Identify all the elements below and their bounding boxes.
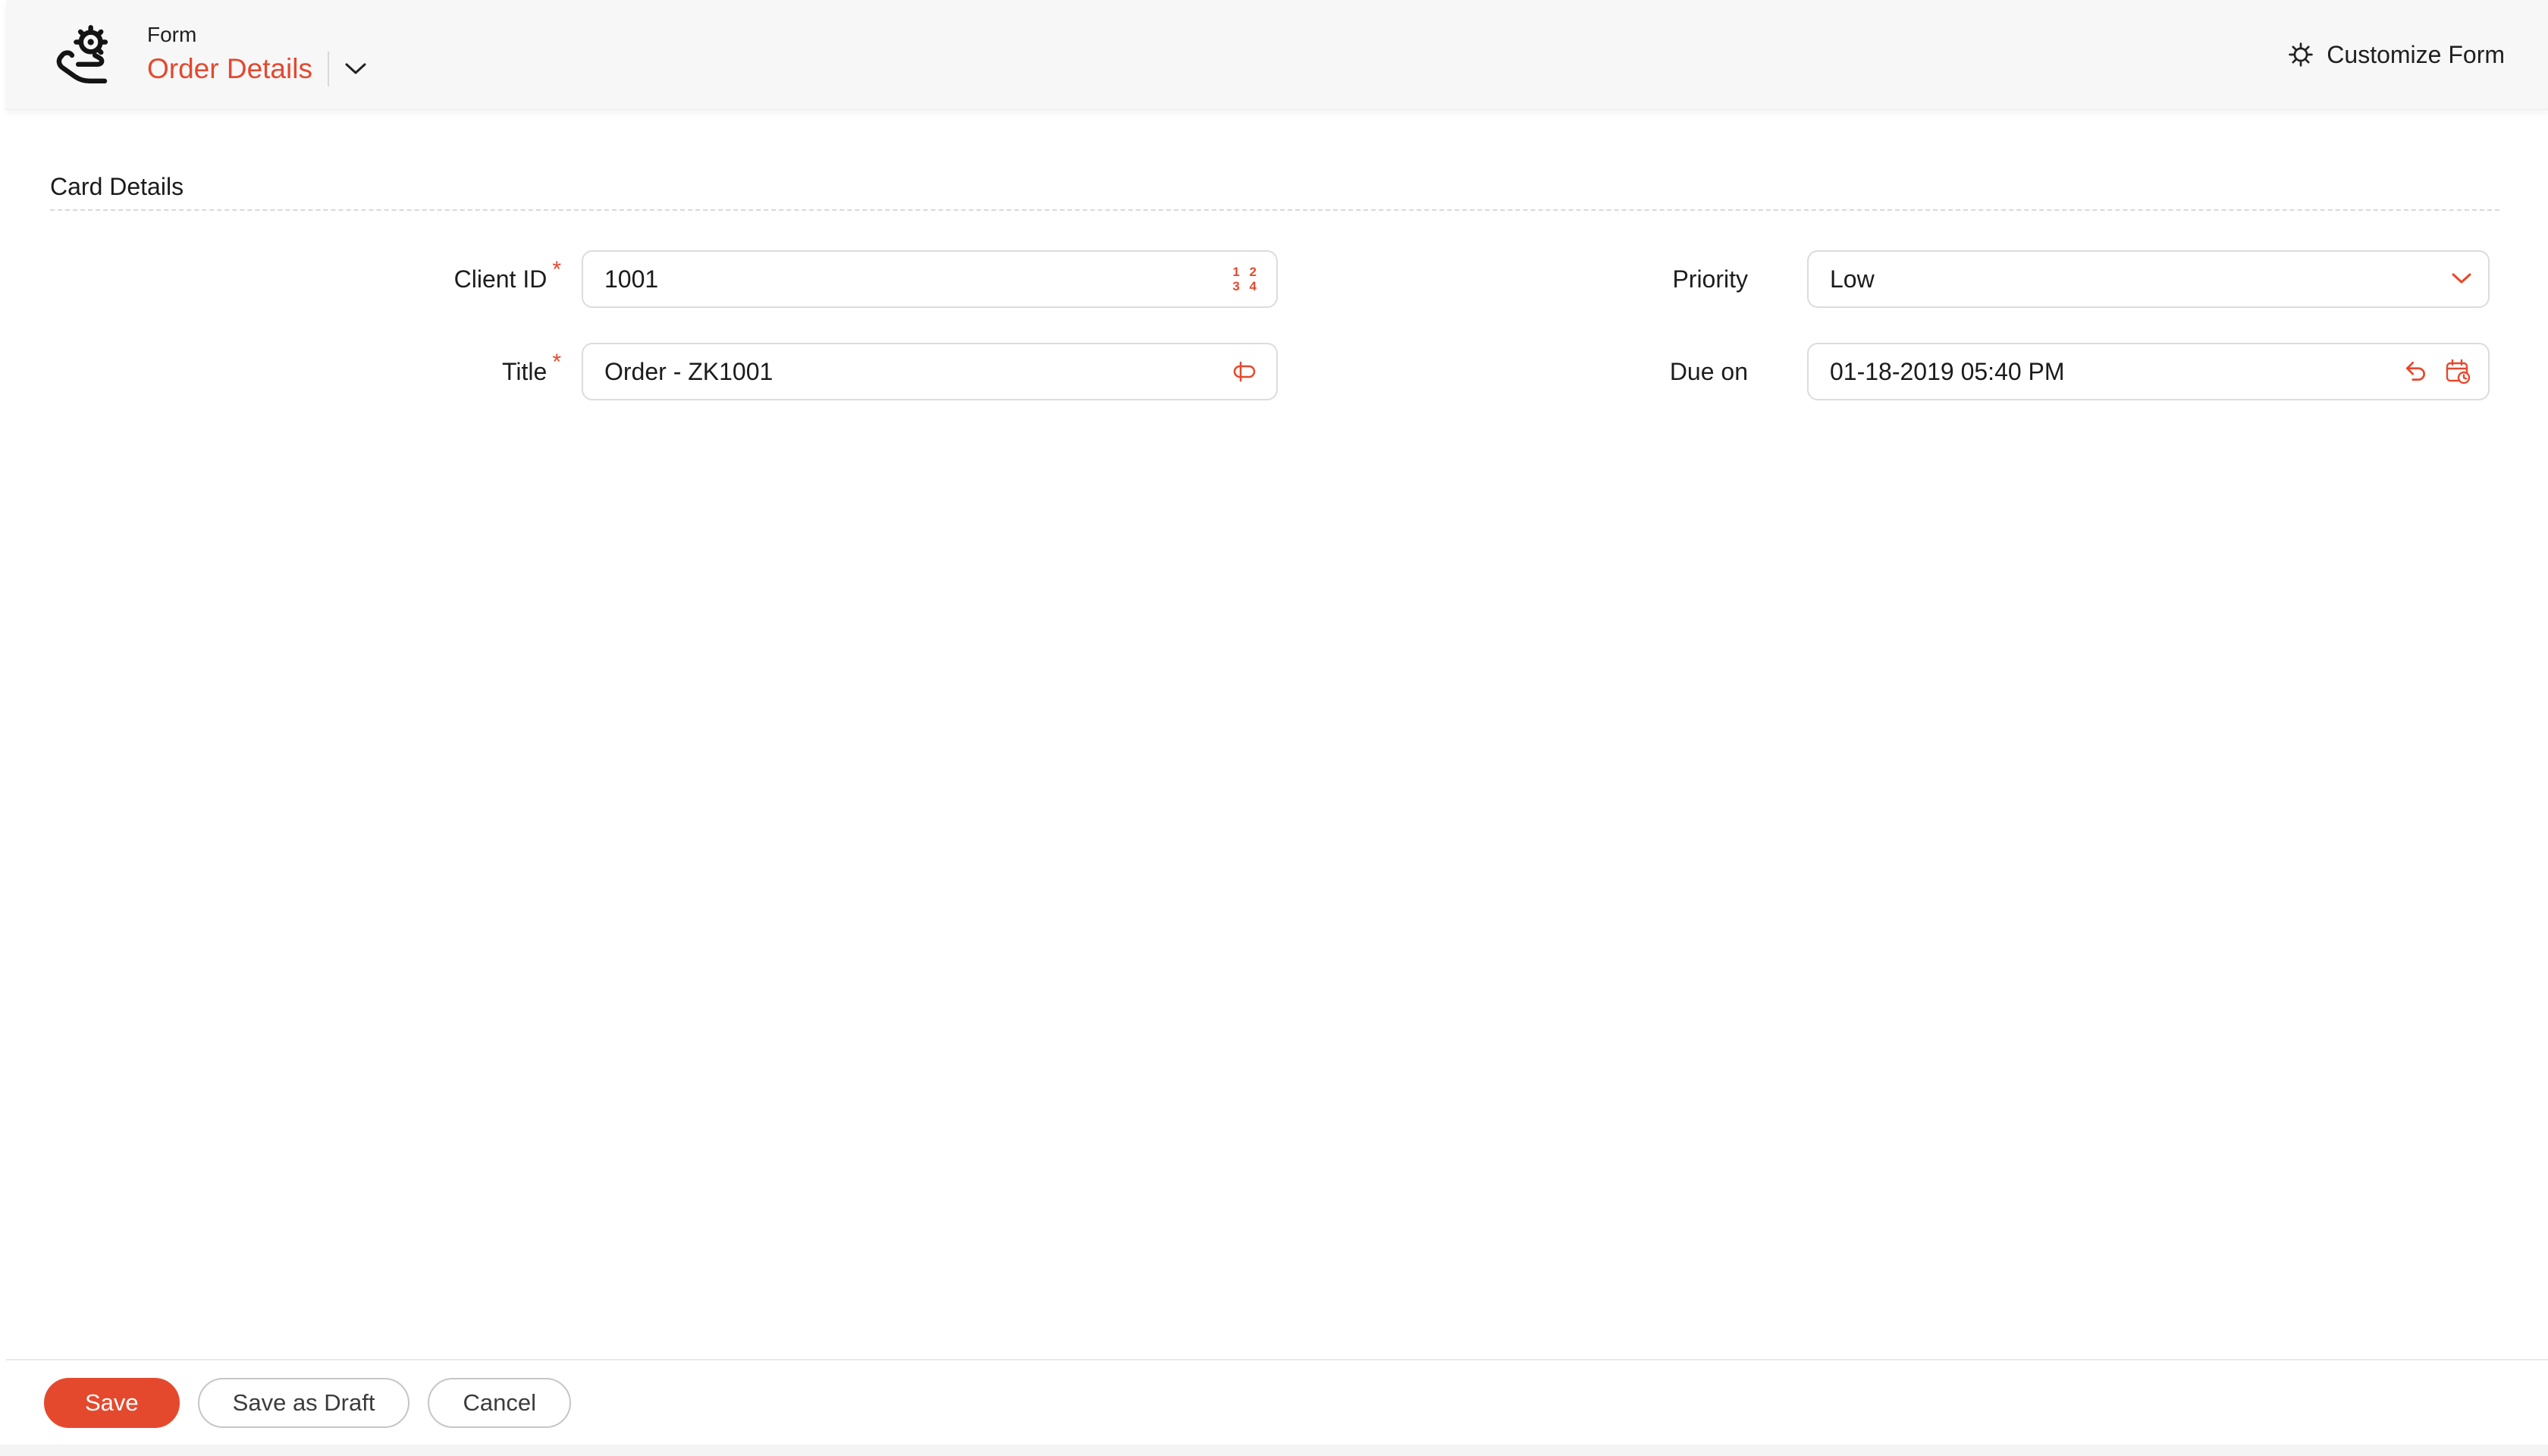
client-id-label: Client ID * bbox=[0, 250, 561, 308]
due-on-label-text: Due on bbox=[1669, 358, 1748, 385]
client-id-field: 1 23 4 bbox=[582, 250, 1278, 308]
chevron-down-icon[interactable] bbox=[344, 62, 367, 76]
number-icon-row1: 1 2 bbox=[1232, 265, 1260, 279]
due-on-value: 01-18-2019 05:40 PM bbox=[1830, 357, 2065, 385]
section-title: Card Details bbox=[50, 173, 184, 200]
save-as-draft-button[interactable]: Save as Draft bbox=[197, 1377, 410, 1428]
priority-selected-value: Low bbox=[1830, 265, 1875, 293]
section-divider bbox=[50, 209, 2499, 211]
title-divider bbox=[327, 52, 329, 86]
chevron-down-icon[interactable] bbox=[2452, 273, 2471, 285]
cancel-button[interactable]: Cancel bbox=[428, 1377, 571, 1428]
title-label: Title * bbox=[0, 343, 561, 400]
undo-icon[interactable] bbox=[2403, 359, 2429, 384]
header-bar: Form Order Details Customize Form bbox=[6, 0, 2548, 110]
save-button[interactable]: Save bbox=[44, 1377, 180, 1428]
customize-form-label: Customize Form bbox=[2327, 40, 2505, 68]
required-asterisk: * bbox=[552, 257, 561, 282]
header-title-block: Form Order Details bbox=[147, 23, 367, 86]
hand-gear-logo-icon bbox=[53, 21, 123, 88]
due-on-field[interactable]: 01-18-2019 05:40 PM bbox=[1807, 343, 2490, 400]
required-asterisk: * bbox=[552, 350, 561, 375]
gear-icon bbox=[2287, 41, 2314, 68]
due-on-label: Due on bbox=[1278, 343, 1748, 400]
form-fields-area: Client ID* 1 23 4 Priority Low Title* Du… bbox=[0, 250, 2490, 400]
number-icon-row2: 3 4 bbox=[1232, 279, 1260, 293]
page-title: Order Details bbox=[147, 53, 312, 84]
title-label-text: Title bbox=[502, 358, 548, 385]
title-field bbox=[582, 343, 1278, 400]
calendar-clock-icon[interactable] bbox=[2444, 358, 2471, 385]
text-field-icon bbox=[1229, 359, 1260, 384]
customize-form-button[interactable]: Customize Form bbox=[2287, 41, 2505, 69]
client-id-input[interactable] bbox=[583, 252, 1276, 306]
priority-dropdown[interactable]: Low bbox=[1807, 250, 2490, 308]
title-input[interactable] bbox=[583, 344, 1276, 399]
priority-label-text: Priority bbox=[1672, 265, 1748, 293]
client-id-label-text: Client ID bbox=[453, 265, 548, 293]
footer-action-bar: Save Save as Draft Cancel bbox=[6, 1359, 2548, 1445]
priority-label: Priority bbox=[1278, 250, 1748, 308]
header-form-label: Form bbox=[147, 23, 197, 46]
number-field-icon: 1 23 4 bbox=[1232, 265, 1260, 293]
bottom-edge-strip bbox=[0, 1445, 2548, 1456]
